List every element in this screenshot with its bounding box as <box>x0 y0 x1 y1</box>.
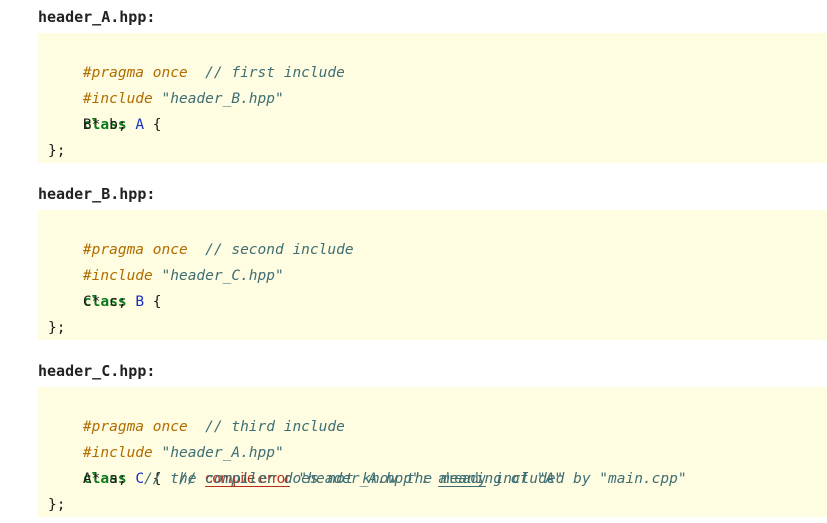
close-brace: }; <box>48 497 66 513</box>
code-line: class B { <box>48 263 162 310</box>
code-line: }; <box>48 315 65 341</box>
code-line: #include "header_C.hpp" <box>48 237 284 284</box>
class-name: A <box>135 117 145 133</box>
member-declaration: A* a; <box>82 471 127 487</box>
code-line: B* b; <box>48 112 127 138</box>
open-brace: { <box>144 117 162 133</box>
close-brace: }; <box>48 320 66 336</box>
code-line: class C { // compile error "header_A.hpp… <box>48 440 687 487</box>
file-label-header-b: header_B.hpp: <box>38 185 156 203</box>
code-line: #include "header_B.hpp" <box>48 60 284 107</box>
file-label-header-c: header_C.hpp: <box>38 362 156 380</box>
member-declaration: C* c; <box>82 294 127 310</box>
code-line: C* c; <box>48 289 127 315</box>
code-line: A* a; // the compiler does not know the … <box>48 466 563 492</box>
code-line: }; <box>48 492 65 518</box>
code-line: class A { <box>48 86 162 133</box>
code-line: #pragma once // second include <box>48 211 354 258</box>
code-block-header-a: #pragma once // first include #include "… <box>38 33 827 163</box>
code-line: #include "header_A.hpp" <box>48 414 284 461</box>
member-declaration: B* b; <box>82 117 127 133</box>
code-line: }; <box>48 138 65 164</box>
open-brace: { <box>144 294 162 310</box>
code-line: #pragma once // third include <box>48 388 345 435</box>
code-block-header-b: #pragma once // second include #include … <box>38 210 827 340</box>
include-file: "header_C.hpp" <box>161 268 284 284</box>
close-brace: }; <box>48 143 66 159</box>
code-comment: // the compiler does not know the meanin… <box>144 471 564 487</box>
code-line: #pragma once // first include <box>48 34 345 81</box>
code-block-header-c: #pragma once // third include #include "… <box>38 387 827 517</box>
class-name: B <box>135 294 145 310</box>
include-file: "header_B.hpp" <box>161 91 284 107</box>
file-label-header-a: header_A.hpp: <box>38 8 156 26</box>
